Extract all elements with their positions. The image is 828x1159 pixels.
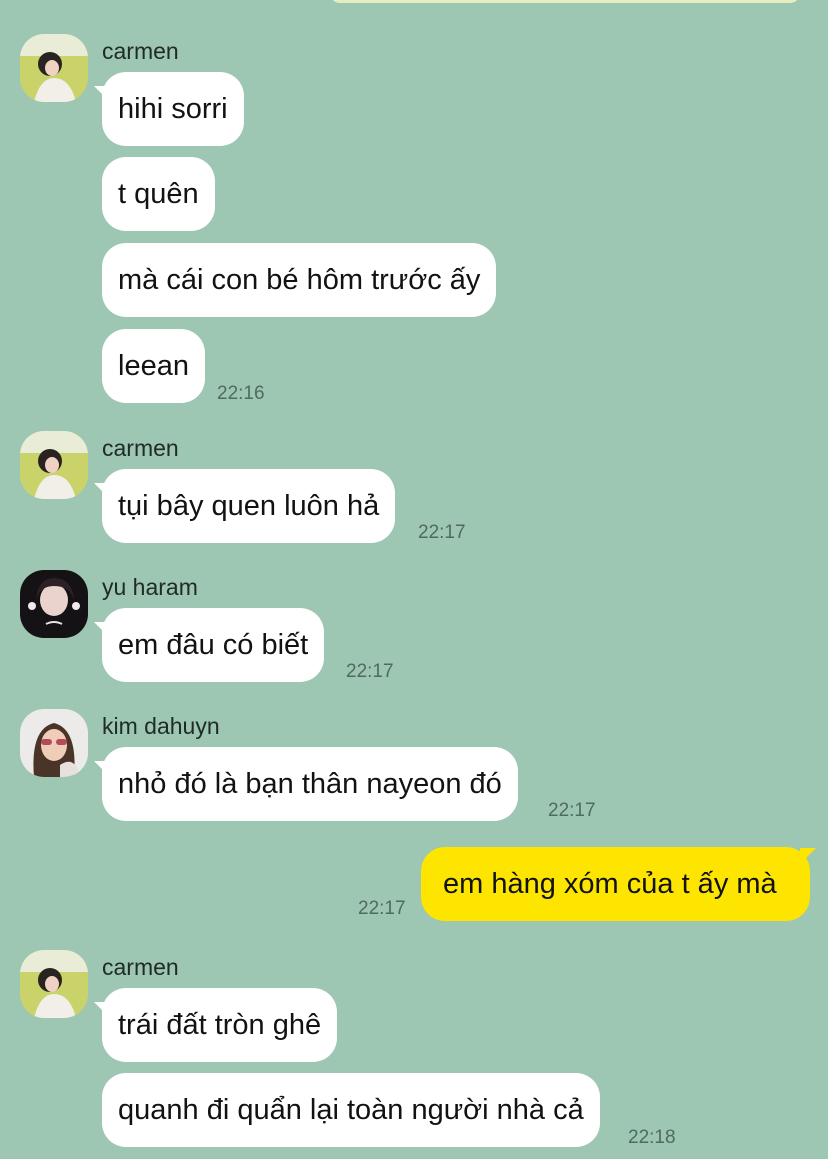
message-time: 22:17 — [548, 800, 596, 821]
message-bubble[interactable]: trái đất tròn ghê — [102, 988, 338, 1062]
message-time: 22:16 — [217, 383, 265, 404]
sender-name: kim dahuyn — [102, 713, 220, 739]
avatar-carmen[interactable] — [20, 34, 88, 102]
message-bubble[interactable]: em đâu có biết — [102, 608, 325, 682]
previous-message-bubble — [330, 0, 800, 3]
message-bubble[interactable]: hihi sorri — [102, 72, 244, 146]
message-bubble[interactable]: tụi bây quen luôn hả — [102, 469, 396, 543]
message-time: 22:17 — [418, 522, 466, 543]
sender-name: carmen — [102, 38, 179, 64]
message-bubble-outgoing[interactable]: em hàng xóm của t ấy mà — [421, 847, 810, 921]
avatar-carmen[interactable] — [20, 950, 88, 1018]
sender-name: carmen — [102, 954, 179, 980]
avatar-kim-dahuyn[interactable] — [20, 709, 88, 777]
avatar-yu-haram[interactable] — [20, 570, 88, 638]
message-bubble[interactable]: leean — [102, 329, 205, 403]
avatar-carmen[interactable] — [20, 431, 88, 499]
message-bubble[interactable]: quanh đi quẩn lại toàn người nhà cả — [102, 1073, 600, 1147]
message-bubble[interactable]: nhỏ đó là bạn thân nayeon đó — [102, 747, 518, 821]
message-bubble[interactable]: t quên — [102, 157, 215, 231]
sender-name: yu haram — [102, 574, 198, 600]
message-time: 22:17 — [358, 898, 406, 919]
message-time: 22:18 — [628, 1127, 676, 1148]
sender-name: carmen — [102, 435, 179, 461]
message-time: 22:17 — [346, 661, 394, 682]
message-bubble[interactable]: mà cái con bé hôm trước ấy — [102, 243, 497, 317]
